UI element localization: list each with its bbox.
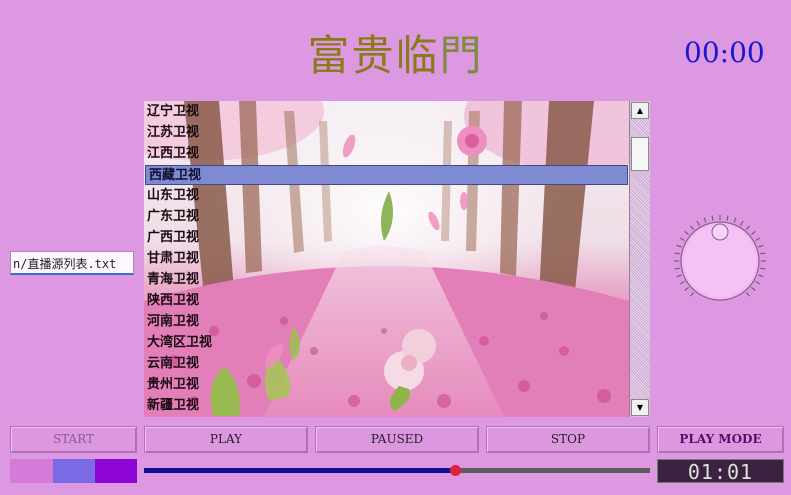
clock-display: 00:00 [684, 36, 765, 69]
color-swatch-2[interactable] [53, 459, 95, 483]
scroll-up-icon: ▲ [636, 106, 644, 115]
channel-item[interactable]: 江苏卫视 [144, 123, 629, 143]
channel-item[interactable]: 甘肃卫视 [144, 249, 629, 269]
play-button[interactable]: PLAY [144, 426, 308, 453]
channel-item[interactable]: 新疆卫视 [144, 396, 629, 416]
progress-handle[interactable] [450, 465, 462, 476]
play-mode-button[interactable]: PLAY MODE [657, 426, 784, 453]
volume-knob[interactable] [672, 212, 772, 312]
elapsed-time-display: 01:01 [657, 459, 784, 484]
scroll-up-button[interactable]: ▲ [631, 102, 649, 119]
channel-item[interactable]: 山东卫视 [144, 186, 629, 206]
channel-item[interactable]: 河南卫视 [144, 312, 629, 332]
color-swatch-3[interactable] [95, 459, 137, 483]
progress-slider[interactable] [144, 465, 650, 476]
progress-fill [144, 468, 456, 473]
channel-list[interactable]: 辽宁卫视 江苏卫视 江西卫视 西藏卫视 山东卫视 广东卫视 广西卫视 甘肃卫视 青海卫视 陕西卫视… [144, 101, 629, 417]
channel-item[interactable]: 云南卫视 [144, 354, 629, 374]
app-title-main: 富贵临 [307, 31, 440, 80]
scroll-down-icon: ▼ [636, 403, 644, 412]
pause-button[interactable]: PAUSED [315, 426, 479, 453]
source-path-field[interactable]: n/直播源列表.txt [10, 251, 134, 275]
channel-list-scrollbar[interactable]: ▲ ▼ [629, 101, 650, 417]
app-title: 富贵临門 [0, 22, 791, 83]
app-title-tail: 門 [439, 31, 484, 80]
channel-item[interactable]: 广东卫视 [144, 207, 629, 227]
channel-item[interactable]: 贵州卫视 [144, 375, 629, 395]
channel-item[interactable]: 西藏卫视 [145, 165, 628, 185]
scroll-down-button[interactable]: ▼ [631, 399, 649, 416]
channel-item[interactable]: 青海卫视 [144, 270, 629, 290]
channel-item[interactable]: 陕西卫视 [144, 291, 629, 311]
start-button[interactable]: START [10, 426, 137, 453]
knob-indicator [711, 223, 729, 241]
channel-item[interactable]: 大湾区卫视 [144, 333, 629, 353]
stop-button[interactable]: STOP [486, 426, 650, 453]
color-swatch-1[interactable] [10, 459, 53, 483]
scroll-thumb[interactable] [631, 137, 649, 171]
channel-item[interactable]: 辽宁卫视 [144, 102, 629, 122]
channel-item[interactable]: 江西卫视 [144, 144, 629, 164]
channel-item[interactable]: 广西卫视 [144, 228, 629, 248]
